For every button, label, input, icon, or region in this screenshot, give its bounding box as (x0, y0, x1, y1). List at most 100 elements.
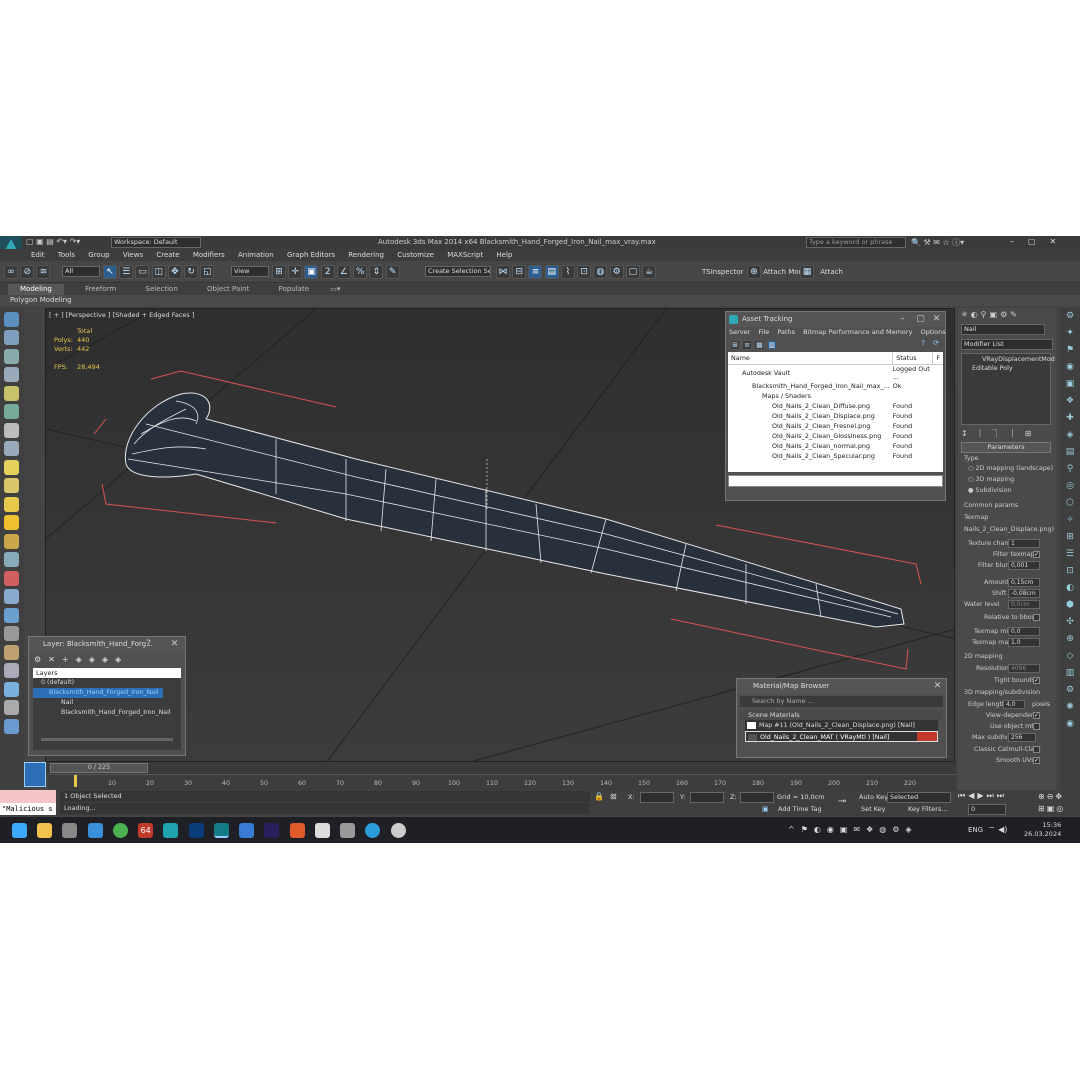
table-row[interactable]: Old_Nails_2_Clean_Fresnel.png Found (728, 421, 943, 431)
filter-blur-field[interactable]: 0,001 (1008, 561, 1040, 570)
tool-icon[interactable] (4, 422, 19, 438)
edit-named-sel-icon[interactable]: ✎ (385, 265, 400, 279)
unlink-icon[interactable]: ⊘ (20, 265, 35, 279)
pivot-icon[interactable]: ⊞ (272, 265, 286, 279)
menu-group[interactable]: Group (88, 249, 109, 261)
column-name[interactable]: Name (728, 352, 893, 365)
render-icon[interactable]: ☕ (642, 265, 657, 279)
layers-header[interactable]: Layers (33, 668, 181, 678)
vault-icon[interactable]: ⊞ (730, 340, 740, 350)
tool-icon[interactable] (4, 404, 19, 419)
quick-access-icons[interactable]: ▢ ▣ ▤ ↶▾ ↷▾ (26, 237, 80, 246)
add-time-tag[interactable]: Add Time Tag (778, 805, 822, 813)
set-key-button[interactable]: Set Key (861, 805, 886, 813)
menu-modifiers[interactable]: Modifiers (193, 249, 225, 261)
classic-catmull-checkbox[interactable] (1033, 746, 1040, 753)
link-tools[interactable]: ∞ ⊘ ≋ (4, 265, 51, 279)
asset-tracking-title-bar[interactable]: Asset Tracking – ▢ ✕ (726, 312, 945, 327)
after-effects-icon[interactable] (264, 822, 280, 838)
shift-field[interactable]: -0,08cm (1008, 589, 1040, 598)
menu-help[interactable]: Help (496, 249, 512, 261)
texmap-max-field[interactable]: 1,0 (1008, 638, 1040, 647)
windows-start-icon[interactable] (12, 822, 27, 838)
right-tool-strip[interactable]: ⚙ ✦ ⚑ ◉ ▣ ❖ ✚ ◈ ▤ ⚲ ◎ ⬡ ✧ ⊞ ☰ ⊡ ◐ ⬢ ✣ ⊕ ◇ ▥ ⚙ ✺ ◉ (1060, 308, 1080, 792)
tool-icon[interactable] (4, 663, 19, 678)
menu-rendering[interactable]: Rendering (348, 249, 384, 261)
table-row[interactable]: Old_Nails_2_Clean_Diffuse.png Found (728, 401, 943, 411)
menu-tools[interactable]: Tools (58, 249, 75, 261)
column-status[interactable]: Status (892, 352, 933, 365)
material-search-input[interactable]: Search by Name ... (740, 696, 943, 707)
render-setup-icon[interactable]: ⚙ (609, 265, 624, 279)
amount-field[interactable]: 0,15cm (1008, 578, 1040, 587)
app-icon[interactable] (87, 822, 103, 838)
tab-selection[interactable]: Selection (138, 284, 186, 295)
time-tag-icon[interactable]: ▣ (762, 805, 769, 813)
close-icon[interactable]: ✕ (168, 637, 181, 652)
absolute-mode-icon[interactable]: ⊠ (610, 792, 617, 801)
workspace-dropdown[interactable]: Workspace: Default (111, 237, 201, 248)
parameters-rollout[interactable]: Parameters (961, 442, 1051, 453)
menu-file[interactable]: File (758, 328, 769, 336)
network-icon[interactable]: ⌔ ◀) (988, 817, 1007, 843)
curve-editor-icon[interactable]: ⌇ (560, 265, 575, 279)
tool-icon[interactable] (4, 718, 19, 734)
ribbon-options-icon[interactable]: ▭▾ (330, 284, 340, 295)
tool-icon[interactable] (4, 496, 19, 512)
material-item-selected[interactable]: Old_Nails_2_Clean_MAT ( VRayMtl ) [Nail] (745, 731, 938, 742)
select-object-icon[interactable]: ↖ (103, 265, 117, 279)
key-filters-button[interactable]: Key Filters... (908, 805, 948, 813)
rotate-icon[interactable]: ↻ (184, 265, 199, 279)
tab-modeling[interactable]: Modeling (8, 284, 64, 295)
auto-key-button[interactable]: Auto Key (859, 793, 888, 801)
help-icon[interactable]: ? (921, 339, 925, 347)
maxscript-listener-white[interactable]: "Malicious s (0, 803, 56, 815)
tool-icon[interactable] (4, 348, 19, 364)
smooth-uvs-checkbox[interactable]: ✓ (1033, 757, 1040, 764)
polygon-modeling-label[interactable]: Polygon Modeling (10, 296, 72, 304)
view-dependent-checkbox[interactable]: ✓ (1033, 712, 1040, 719)
tool-icon[interactable] (4, 533, 19, 549)
layer-manager-icon[interactable]: ≡ (528, 265, 543, 279)
scene-materials-section[interactable]: Scene Materials (740, 710, 943, 720)
filter-texmap-checkbox[interactable]: ✓ (1033, 551, 1040, 558)
layer-item[interactable]: Blacksmith_Hand_Forged_Iron_Nail (33, 708, 181, 718)
attach-button[interactable]: ▦ Attach (800, 265, 843, 279)
tool-icon[interactable] (4, 552, 19, 567)
layer-title-bar[interactable]: Layer: Blacksmith_Hand_Forg... ? ✕ (29, 637, 185, 652)
selection-filter-dropdown[interactable]: All (62, 266, 100, 277)
tool-icon[interactable] (4, 311, 19, 327)
notepad-icon[interactable] (239, 822, 255, 838)
layer-toolbar[interactable]: ⚙✕+◈◈◈◈ (29, 652, 185, 668)
move-icon[interactable]: ✥ (167, 265, 182, 279)
max-subdivs-field[interactable]: 256 (1008, 733, 1036, 742)
list-icon[interactable]: ≡ (742, 340, 753, 350)
search-input[interactable]: Type a keyword or phrase (806, 237, 906, 248)
named-selection-dropdown[interactable]: Create Selection Se (425, 266, 491, 277)
viewport-nav-controls[interactable]: ⊕⊖✥ ⊞▣◎ (1038, 791, 1065, 815)
tool-icon[interactable] (4, 644, 19, 660)
file-explorer-icon[interactable] (37, 822, 53, 838)
scale-icon[interactable]: ◱ (200, 265, 215, 279)
tool-icon[interactable] (4, 681, 19, 697)
table-row[interactable]: Autodesk Vault Logged Out ... (728, 365, 943, 381)
maximize-icon[interactable]: ▢ (914, 312, 927, 327)
photoshop-icon[interactable] (188, 822, 204, 838)
menu-create[interactable]: Create (156, 249, 179, 261)
rect-selection-icon[interactable]: ▭ (135, 265, 150, 279)
tool-icon[interactable] (4, 607, 19, 623)
relative-bbox-checkbox[interactable] (1033, 614, 1040, 621)
angle-snap-icon[interactable]: ∠ (336, 265, 351, 279)
table-row[interactable]: Old_Nails_2_Clean_Specular.png Found (728, 451, 943, 461)
y-coord-field[interactable] (690, 792, 724, 803)
tool-icon[interactable] (4, 570, 19, 586)
layer-item[interactable]: Nail (33, 698, 181, 708)
menu-paths[interactable]: Paths (777, 328, 795, 336)
keyboard-shortcut-icon[interactable]: ▣ (304, 265, 319, 279)
tool-icon[interactable] (4, 589, 19, 604)
texture-chan-field[interactable]: 1 (1008, 539, 1040, 548)
stack-tools[interactable]: ↕⏐⏋⏐⊞ (961, 428, 1041, 439)
clock[interactable]: 15:36 26.03.2024 (1024, 821, 1061, 839)
app-icon[interactable] (340, 822, 356, 838)
water-level-field[interactable]: 0,0cm (1008, 600, 1040, 609)
